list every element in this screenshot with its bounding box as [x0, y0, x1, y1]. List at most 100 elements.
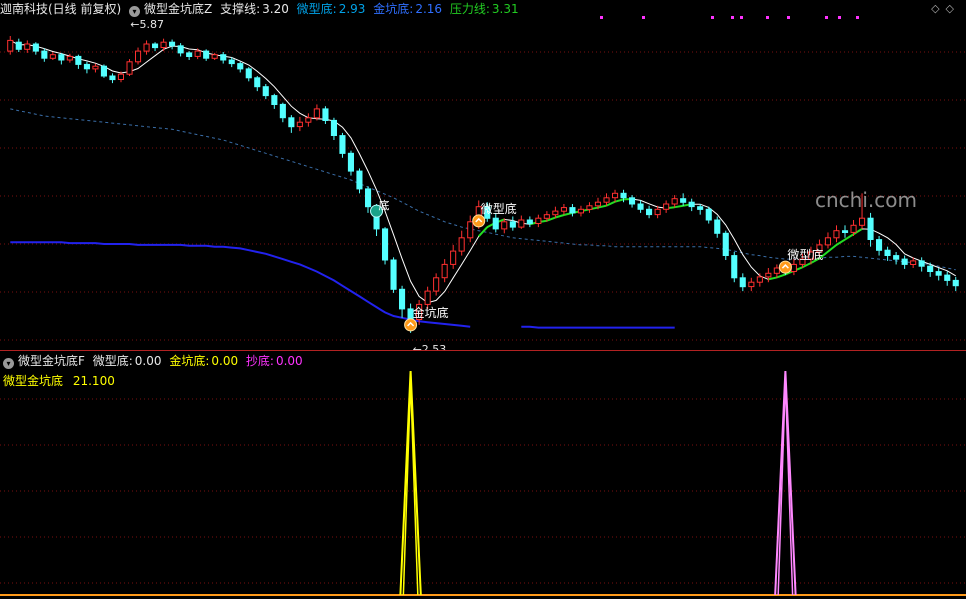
- candle: [944, 271, 951, 286]
- candle: [288, 115, 295, 133]
- candle: [177, 43, 184, 57]
- candle-body-up: [433, 277, 440, 292]
- high-price-label: ←5.87: [130, 18, 164, 31]
- candle-body-down: [944, 274, 951, 281]
- candle: [629, 195, 636, 208]
- candle-body-down: [492, 217, 499, 230]
- candle: [49, 52, 56, 60]
- candle: [688, 198, 695, 212]
- candle-body-down: [722, 232, 729, 257]
- sub-gold-label: 金坑底:: [169, 354, 210, 368]
- price-chart[interactable]: ←5.87←2.53金坑底微型底微型底底: [0, 0, 966, 350]
- candle-body-down: [288, 117, 295, 128]
- series-value: 21.100: [72, 374, 115, 388]
- candle-body-down: [569, 207, 576, 214]
- candle-body-up: [49, 54, 56, 59]
- sub-micro-label: 微型底:: [92, 354, 133, 368]
- candle: [876, 236, 883, 256]
- candle-body-up: [748, 281, 755, 288]
- candle: [433, 273, 440, 296]
- candle-body-down: [688, 201, 695, 208]
- candle: [756, 273, 763, 287]
- candle-body-up: [458, 237, 465, 252]
- candle-body-down: [731, 255, 738, 279]
- candle-body-down: [739, 277, 746, 288]
- candle: [577, 205, 585, 217]
- candle-body-up: [24, 43, 31, 50]
- candle-body-up: [160, 41, 167, 49]
- magenta-marker: [838, 16, 841, 19]
- micro-value: 2.93: [338, 2, 366, 16]
- indicator-menu-icon[interactable]: ▾: [129, 6, 141, 17]
- candle: [58, 52, 65, 65]
- candle-body-down: [629, 197, 636, 205]
- candle-body-down: [186, 52, 193, 58]
- indicator-chart[interactable]: [0, 351, 966, 599]
- candle-body-down: [109, 75, 116, 81]
- candle-body-up: [543, 214, 550, 219]
- candle: [160, 38, 167, 52]
- ma-green-segment: [768, 276, 778, 281]
- candle: [739, 273, 746, 292]
- candle-body-down: [169, 41, 176, 47]
- stock-title: 迦南科技(日线 前复权): [0, 2, 122, 16]
- candle: [824, 232, 832, 249]
- nav-diamond-icons[interactable]: ◇◇: [931, 2, 960, 15]
- candle: [509, 216, 516, 231]
- candle: [203, 49, 210, 61]
- candle: [356, 168, 363, 194]
- candle-body-down: [177, 45, 184, 54]
- candle: [569, 204, 576, 217]
- pane-divider[interactable]: [0, 350, 966, 351]
- candle: [935, 268, 942, 281]
- sub-indicator-name[interactable]: 微型金坑底F: [18, 354, 85, 368]
- candle: [109, 73, 116, 84]
- candle-body-down: [347, 152, 354, 172]
- candle-body-up: [654, 208, 661, 216]
- candle-body-down: [382, 228, 389, 261]
- signal-label: 微型底: [481, 201, 517, 216]
- candle-body-up: [117, 73, 125, 80]
- candle-body-up: [518, 219, 525, 228]
- sub-indicator-menu-icon[interactable]: ▾: [3, 358, 14, 369]
- candle-body-up: [313, 108, 320, 119]
- candle: [390, 257, 397, 293]
- ma-green-segment: [674, 204, 684, 209]
- candle: [254, 76, 261, 92]
- support-label: 支撑线:: [220, 2, 261, 16]
- candle-body-down: [75, 55, 82, 65]
- candle-body-up: [594, 201, 602, 207]
- candle: [663, 200, 670, 213]
- candle: [262, 84, 269, 100]
- candle: [15, 38, 22, 52]
- candle-body-up: [126, 61, 133, 75]
- candle-body-down: [637, 203, 644, 210]
- indicator-name[interactable]: 微型金坑底Z: [144, 2, 212, 16]
- indicator-spike: [399, 370, 422, 596]
- candle: [680, 193, 687, 206]
- candle-body-down: [339, 135, 346, 154]
- candle-body-down: [697, 206, 704, 210]
- candle: [169, 39, 176, 50]
- candle: [83, 61, 91, 74]
- candle-body-up: [211, 54, 218, 59]
- candle-body-down: [680, 198, 687, 203]
- candle: [884, 246, 891, 261]
- candle-body-down: [322, 108, 329, 122]
- candle-body-up: [7, 39, 14, 52]
- ma-green-segment: [844, 233, 855, 241]
- candle-body-down: [901, 258, 908, 265]
- candle-body-down: [237, 63, 244, 70]
- candle: [952, 276, 959, 292]
- candle-body-down: [867, 217, 874, 240]
- candle: [842, 225, 849, 238]
- pressure-value: 3.31: [491, 2, 519, 16]
- candle: [833, 225, 840, 243]
- ma-green-segment: [555, 214, 565, 219]
- candle-body-down: [646, 208, 653, 216]
- signal-teal-label: 底: [379, 198, 390, 212]
- candle: [646, 205, 653, 219]
- candle: [765, 268, 772, 283]
- chart-window: ←5.87 ←2.53 金坑底 微型底 微型底底 迦南科技(日线 前复权) ▾ 微型金坑底…: [0, 0, 966, 599]
- candle: [450, 244, 457, 269]
